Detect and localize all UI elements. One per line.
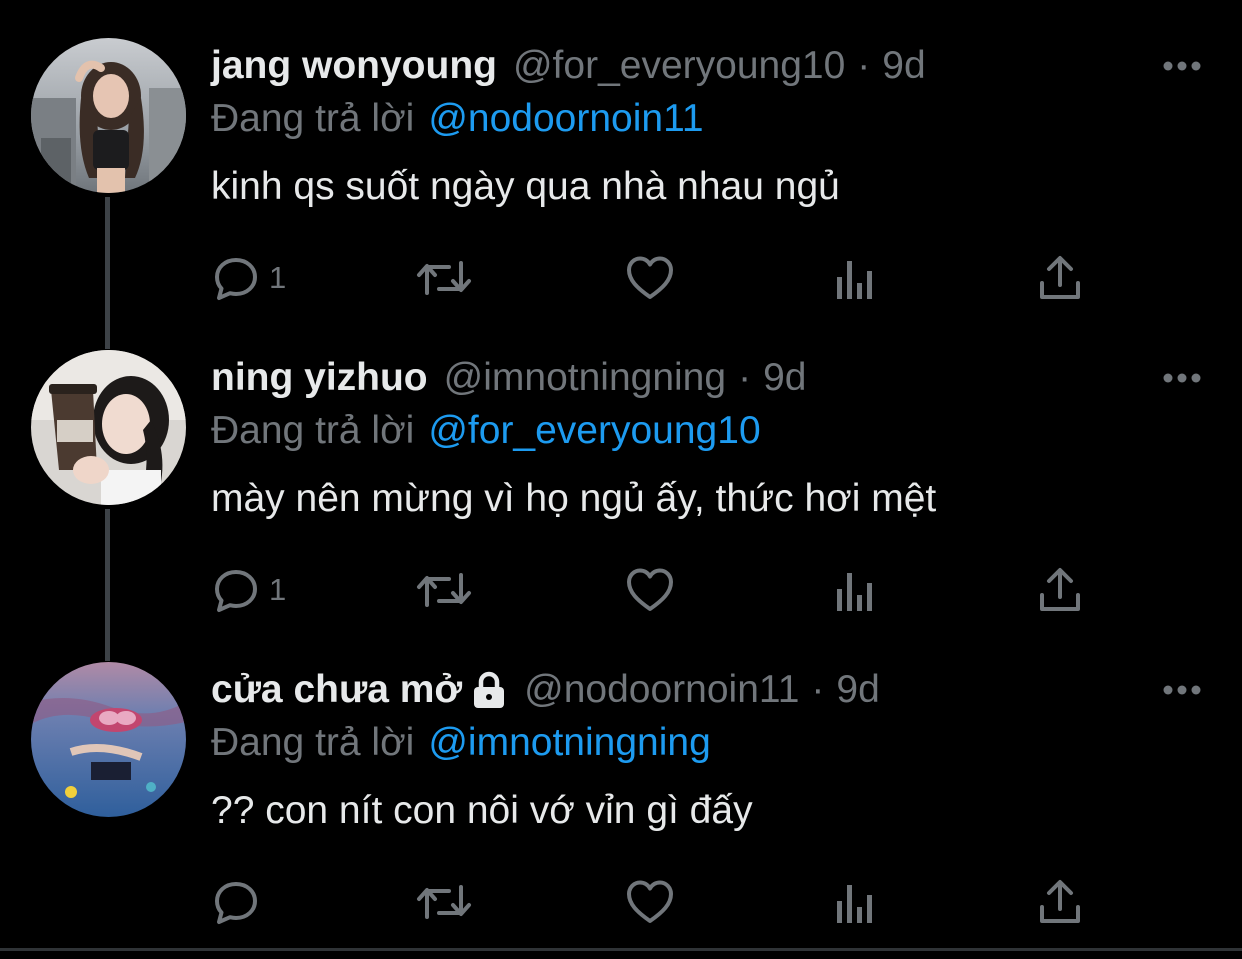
tweet-header: jang wonyoung @for_everyoung10 · 9d [211, 40, 926, 92]
timestamp[interactable]: 9d [836, 664, 879, 716]
more-icon[interactable] [1162, 368, 1202, 388]
replying-label: Đang trả lời [211, 409, 415, 452]
action-bar [211, 874, 1111, 930]
retweet-button[interactable] [415, 250, 473, 306]
replying-mention[interactable]: @nodoornoin11 [428, 97, 703, 140]
heart-icon [625, 565, 675, 615]
views-icon [833, 565, 879, 615]
reply-icon [211, 253, 261, 303]
more-icon[interactable] [1162, 56, 1202, 76]
timestamp[interactable]: 9d [882, 40, 925, 92]
heart-icon [625, 253, 675, 303]
display-name[interactable]: ning yizhuo [211, 352, 428, 404]
retweet-button[interactable] [415, 562, 473, 618]
share-button[interactable] [1037, 874, 1083, 930]
reply-count: 1 [269, 260, 287, 295]
tweet-header: cửa chưa mở @nodoornoin11 · 9d [211, 664, 880, 716]
retweet-icon [415, 253, 473, 303]
tweet[interactable]: cửa chưa mở @nodoornoin11 · 9d Đang trả … [0, 624, 1242, 936]
separator-dot: · [857, 44, 871, 87]
retweet-icon [415, 565, 473, 615]
user-handle[interactable]: @imnotningning [444, 352, 726, 404]
separator-dot: · [738, 356, 752, 399]
views-button[interactable] [833, 250, 879, 306]
action-bar: 1 [211, 250, 1111, 306]
retweet-button[interactable] [415, 874, 473, 930]
reply-button[interactable]: 1 [211, 562, 286, 618]
user-handle[interactable]: @nodoornoin11 [524, 664, 799, 716]
tweet-text: mày nên mừng vì họ ngủ ấy, thức hơi mệt [211, 477, 937, 520]
lock-icon [470, 670, 508, 710]
share-icon [1037, 253, 1083, 303]
avatar[interactable] [31, 350, 186, 505]
reply-icon [211, 565, 261, 615]
action-bar: 1 [211, 562, 1111, 618]
like-button[interactable] [625, 874, 675, 930]
replying-to: Đang trả lời @nodoornoin11 [211, 94, 704, 144]
like-button[interactable] [625, 562, 675, 618]
avatar[interactable] [31, 38, 186, 193]
tweet[interactable]: ning yizhuo @imnotningning · 9d Đang trả… [0, 312, 1242, 624]
tweet[interactable]: jang wonyoung @for_everyoung10 · 9d Đang… [0, 0, 1242, 312]
bottom-divider [0, 948, 1242, 951]
tweet-header: ning yizhuo @imnotningning · 9d [211, 352, 806, 404]
views-button[interactable] [833, 874, 879, 930]
timestamp[interactable]: 9d [763, 352, 806, 404]
more-icon[interactable] [1162, 680, 1202, 700]
tweet-text: kinh qs suốt ngày qua nhà nhau ngủ [211, 165, 840, 208]
tweet-text: ?? con nít con nôi vớ vỉn gì đấy [211, 789, 753, 832]
reply-icon [211, 877, 261, 927]
heart-icon [625, 877, 675, 927]
like-button[interactable] [625, 250, 675, 306]
replying-to: Đang trả lời @for_everyoung10 [211, 406, 761, 456]
replying-label: Đang trả lời [211, 721, 415, 764]
avatar[interactable] [31, 662, 186, 817]
user-handle[interactable]: @for_everyoung10 [513, 40, 845, 92]
views-button[interactable] [833, 562, 879, 618]
separator-dot: · [811, 668, 825, 711]
replying-label: Đang trả lời [211, 97, 415, 140]
reply-count: 1 [269, 572, 287, 607]
share-icon [1037, 565, 1083, 615]
display-name[interactable]: cửa chưa mở [211, 664, 462, 716]
replying-to: Đang trả lời @imnotningning [211, 718, 711, 768]
share-button[interactable] [1037, 562, 1083, 618]
display-name[interactable]: jang wonyoung [211, 40, 497, 92]
reply-button[interactable] [211, 874, 269, 930]
share-button[interactable] [1037, 250, 1083, 306]
replying-mention[interactable]: @imnotningning [428, 721, 710, 764]
reply-button[interactable]: 1 [211, 250, 286, 306]
retweet-icon [415, 877, 473, 927]
replying-mention[interactable]: @for_everyoung10 [428, 409, 760, 452]
views-icon [833, 253, 879, 303]
share-icon [1037, 877, 1083, 927]
views-icon [833, 877, 879, 927]
